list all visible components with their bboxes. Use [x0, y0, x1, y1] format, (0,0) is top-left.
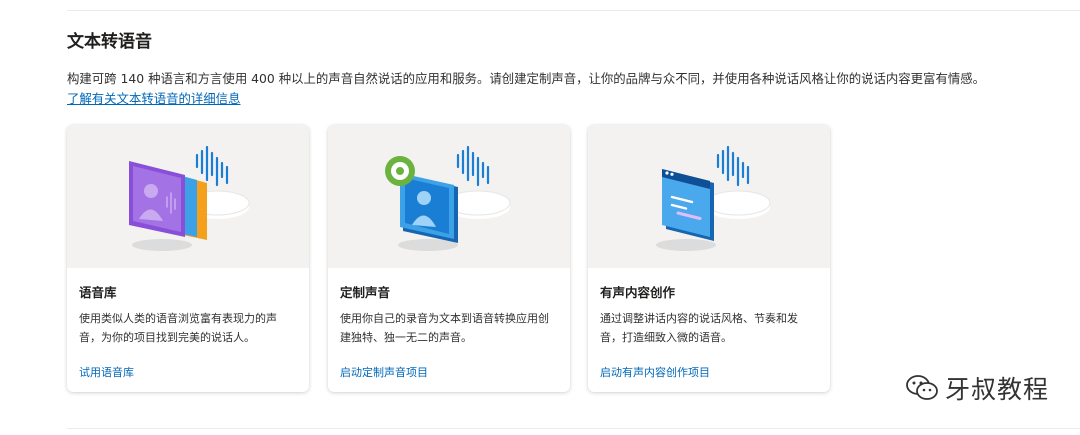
start-custom-voice-link[interactable]: 启动定制声音项目	[340, 364, 428, 380]
card-text: 通过调整讲话内容的说话风格、节奏和发音，打造细致入微的语音。	[600, 312, 798, 344]
learn-more-link[interactable]: 了解有关文本转语音的详细信息	[67, 89, 240, 107]
custom-voice-illustration-icon	[385, 145, 511, 251]
bottom-divider	[67, 428, 1080, 429]
start-audio-content-link[interactable]: 启动有声内容创作项目	[600, 364, 710, 380]
card-title: 定制声音	[340, 285, 391, 300]
wechat-icon	[906, 375, 938, 400]
card-media	[588, 125, 830, 268]
card-media	[67, 125, 309, 268]
watermark-text: 牙叔教程	[945, 375, 1050, 404]
card-media	[328, 125, 570, 268]
section-title: 文本转语音	[67, 32, 152, 52]
watermark: 牙叔教程	[905, 370, 1049, 406]
card-text: 使用你自己的录音为文本到语音转换应用创建独特、独一无二的声音。	[340, 312, 549, 344]
audio-content-illustration-icon	[656, 145, 771, 251]
card-text: 使用类似人类的语音浏览富有表现力的声音，为你的项目找到完美的说话人。	[79, 312, 277, 344]
try-voice-gallery-link[interactable]: 试用语音库	[79, 364, 134, 380]
voice-gallery-illustration-icon	[129, 145, 250, 251]
card-title: 语音库	[79, 285, 117, 300]
card-voice-gallery: 语音库 使用类似人类的语音浏览富有表现力的声音，为你的项目找到完美的说话人。 试…	[67, 125, 309, 392]
card-custom-voice: 定制声音 使用你自己的录音为文本到语音转换应用创建独特、独一无二的声音。 启动定…	[328, 125, 570, 392]
card-title: 有声内容创作	[600, 285, 676, 300]
card-audio-content-creation: 有声内容创作 通过调整讲话内容的说话风格、节奏和发音，打造细致入微的语音。 启动…	[588, 125, 830, 392]
section-description: 构建可跨 140 种语言和方言使用 400 种以上的声音自然说话的应用和服务。请…	[67, 71, 986, 86]
top-divider	[67, 10, 1080, 11]
